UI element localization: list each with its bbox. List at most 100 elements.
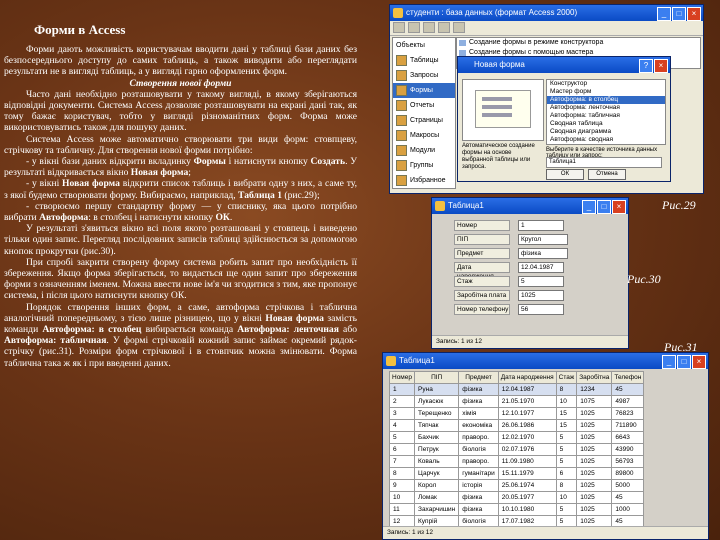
form-type-option[interactable]: Автоформа: сводная (547, 136, 665, 144)
maximize-icon[interactable]: □ (672, 7, 686, 21)
table-cell[interactable]: 1 (388, 383, 416, 396)
column-header[interactable]: Телефон (611, 371, 645, 384)
field-value[interactable]: 5 (518, 275, 564, 287)
table-cell[interactable]: Коваль (414, 455, 460, 468)
table-row[interactable]: 10 Ломак фізика 20.05.1977 10 1025 45 (388, 491, 645, 504)
form-type-option[interactable]: Автоформа: ленточная (547, 104, 665, 112)
table-cell[interactable]: 1234 (576, 383, 613, 396)
field-value[interactable]: 1 (518, 219, 564, 231)
list-item[interactable]: Создание формы в режиме конструктора (457, 38, 700, 48)
minimize-icon[interactable]: _ (582, 200, 596, 214)
table-cell[interactable]: 02.07.1976 (497, 443, 557, 456)
table-cell[interactable]: 12.04.1987 (497, 383, 557, 396)
table-cell[interactable]: фізика (458, 491, 499, 504)
table-row[interactable]: 7 Коваль праворо. 11.09.1980 5 1025 56793 (388, 455, 645, 468)
field-value[interactable]: 56 (518, 303, 564, 315)
table-cell[interactable]: 11 (388, 503, 416, 516)
table-cell[interactable]: економіка (458, 419, 499, 432)
sidebar-item[interactable]: Запросы (393, 68, 455, 83)
table-cell[interactable]: 1025 (576, 503, 613, 516)
sidebar-item[interactable]: Модули (393, 143, 455, 158)
table-cell[interactable]: Ломак (414, 491, 460, 504)
form-type-option[interactable]: Автоформа: табличная (547, 112, 665, 120)
ok-button[interactable]: ОК (546, 169, 584, 180)
table-cell[interactable]: 10 (555, 491, 578, 504)
new-icon[interactable] (423, 22, 435, 33)
column-header[interactable]: Предмет (458, 371, 499, 384)
table-cell[interactable]: Царчук (414, 467, 460, 480)
help-icon[interactable]: ? (639, 59, 653, 73)
table-cell[interactable]: 10.10.1980 (497, 503, 557, 516)
table-cell[interactable]: 1000 (611, 503, 645, 516)
table-cell[interactable]: 9 (388, 479, 416, 492)
table-cell[interactable]: 5 (388, 431, 416, 444)
table-cell[interactable]: 25.06.1974 (497, 479, 557, 492)
close-icon[interactable]: × (687, 7, 701, 21)
table-row[interactable]: 11 Захарчишин фізика 10.10.1980 5 1025 1000 (388, 503, 645, 516)
table-cell[interactable]: 76823 (611, 407, 645, 420)
sidebar-item[interactable]: Отчеты (393, 98, 455, 113)
table-cell[interactable]: 45 (611, 383, 645, 396)
table-cell[interactable]: 10 (388, 491, 416, 504)
table-cell[interactable]: 1025 (576, 431, 613, 444)
table-cell[interactable]: 15 (555, 419, 578, 432)
table-row[interactable]: 8 Царчук гуманітари 15.11.1979 6 1025 89800 (388, 467, 645, 480)
table-cell[interactable]: 56793 (611, 455, 645, 468)
table-cell[interactable]: Лукасюк (414, 395, 460, 408)
form-type-option[interactable]: Мастер форм (547, 88, 665, 96)
form-type-option[interactable]: Сводная диаграмма (547, 128, 665, 136)
sidebar-item[interactable]: Страницы (393, 113, 455, 128)
form-type-option[interactable]: Конструктор (547, 80, 665, 88)
table-cell[interactable]: 5 (555, 503, 578, 516)
table-cell[interactable]: гуманітари (458, 467, 499, 480)
table-cell[interactable]: 12.02.1970 (497, 431, 557, 444)
cancel-button[interactable]: Отмена (588, 169, 626, 180)
table-row[interactable]: 5 Бахчик праворо. 12.02.1970 5 1025 6643 (388, 431, 645, 444)
table-cell[interactable]: Захарчишин (414, 503, 460, 516)
table-cell[interactable]: 26.06.1986 (497, 419, 557, 432)
field-value[interactable]: 12.04.1987 (518, 261, 564, 273)
table-cell[interactable]: 8 (388, 467, 416, 480)
table-cell[interactable]: 21.05.1970 (497, 395, 557, 408)
table-cell[interactable]: 15.11.1979 (497, 467, 557, 480)
table-cell[interactable]: 1075 (576, 395, 613, 408)
column-form-titlebar[interactable]: Таблица1 _ □ × (432, 198, 628, 214)
column-header[interactable]: Заробітна (576, 371, 613, 384)
close-icon[interactable]: × (612, 200, 626, 214)
table-cell[interactable]: 4 (388, 419, 416, 432)
record-navigator[interactable]: Запись: 1 из 12 (383, 526, 708, 539)
field-value[interactable]: фізика (518, 247, 568, 259)
table-cell[interactable]: праворо. (458, 455, 499, 468)
table-cell[interactable]: фізика (458, 503, 499, 516)
table-cell[interactable]: історія (458, 479, 499, 492)
table-row[interactable]: 2 Лукасюк фізика 21.05.1970 10 1075 4987 (388, 395, 645, 408)
table-form-titlebar[interactable]: Таблица1 _ □ × (383, 353, 708, 369)
table-cell[interactable]: біологія (458, 443, 499, 456)
table-cell[interactable]: 3 (388, 407, 416, 420)
table-cell[interactable]: 45 (611, 491, 645, 504)
dialog-titlebar[interactable]: Новая форма ? × (458, 57, 670, 73)
column-header[interactable]: Стаж (555, 371, 578, 384)
table-cell[interactable]: 1025 (576, 479, 613, 492)
source-select[interactable]: Таблица1 (546, 157, 662, 168)
table-cell[interactable]: 20.05.1977 (497, 491, 557, 504)
table-cell[interactable]: 8 (555, 479, 578, 492)
table-cell[interactable]: Тяпчак (414, 419, 460, 432)
table-cell[interactable]: праворо. (458, 431, 499, 444)
record-navigator[interactable]: Запись: 1 из 12 (432, 335, 628, 348)
table-cell[interactable]: фізика (458, 395, 499, 408)
table-cell[interactable]: 4987 (611, 395, 645, 408)
table-cell[interactable]: 6643 (611, 431, 645, 444)
sidebar-item[interactable]: Группы (393, 158, 455, 173)
table-cell[interactable]: 89800 (611, 467, 645, 480)
form-type-option[interactable]: Автоформа: в столбец (547, 96, 665, 104)
field-value[interactable]: Кругол (518, 233, 568, 245)
database-window-titlebar[interactable]: студенти : база данных (формат Access 20… (390, 5, 703, 21)
open-icon[interactable] (393, 22, 405, 33)
table-cell[interactable]: Бахчик (414, 431, 460, 444)
table-cell[interactable]: 711890 (611, 419, 645, 432)
table-cell[interactable]: 10 (555, 395, 578, 408)
sidebar-item[interactable]: Избранное (393, 173, 455, 188)
table-cell[interactable]: фізика (458, 383, 499, 396)
table-cell[interactable]: 1025 (576, 407, 613, 420)
